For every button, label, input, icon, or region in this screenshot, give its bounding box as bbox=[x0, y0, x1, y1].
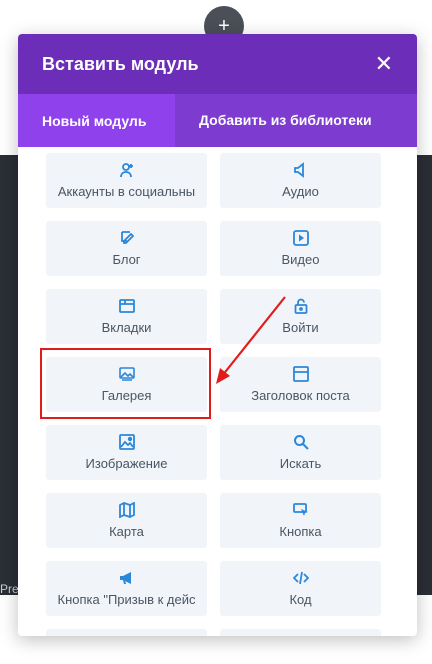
tab-new-module[interactable]: Новый модуль bbox=[18, 94, 175, 147]
module-label: Код bbox=[289, 592, 312, 607]
module-login[interactable]: Войти bbox=[220, 289, 381, 344]
module-label: Аудио bbox=[282, 184, 319, 199]
module-label: Заголовок поста bbox=[251, 388, 350, 403]
blog-icon bbox=[119, 230, 135, 246]
module-label: Видео bbox=[281, 252, 320, 267]
module-post-title[interactable]: Заголовок поста bbox=[220, 357, 381, 412]
image-icon bbox=[118, 434, 135, 450]
insert-module-modal: Вставить модуль ✕ Новый модуль Добавить … bbox=[18, 34, 417, 636]
module-grid-area[interactable]: Аккаунты в социальны Аудио Блог Видео Вк… bbox=[18, 147, 417, 636]
module-label: Кнопка "Призыв к дейс bbox=[57, 592, 196, 607]
module-label: Изображение bbox=[85, 456, 168, 471]
search-icon bbox=[293, 434, 309, 450]
module-video[interactable]: Видео bbox=[220, 221, 381, 276]
module-label: Блог bbox=[112, 252, 141, 267]
megaphone-icon bbox=[119, 570, 135, 586]
module-label: Войти bbox=[282, 320, 319, 335]
module-blog[interactable]: Блог bbox=[46, 221, 207, 276]
map-icon bbox=[118, 502, 135, 518]
video-icon bbox=[292, 230, 309, 246]
module-label: Кнопка bbox=[279, 524, 322, 539]
module-search[interactable]: Искать bbox=[220, 425, 381, 480]
module-partial[interactable] bbox=[220, 629, 381, 636]
user-plus-icon bbox=[119, 162, 135, 178]
post-title-icon bbox=[292, 366, 309, 382]
module-grid: Аккаунты в социальны Аудио Блог Видео Вк… bbox=[46, 153, 407, 636]
module-label: Карта bbox=[109, 524, 144, 539]
module-label: Искать bbox=[279, 456, 322, 471]
speaker-icon bbox=[293, 162, 309, 178]
module-label: Галерея bbox=[101, 388, 152, 403]
close-icon[interactable]: ✕ bbox=[375, 53, 393, 75]
module-tabs[interactable]: Вкладки bbox=[46, 289, 207, 344]
module-partial[interactable] bbox=[46, 629, 207, 636]
modal-tabs: Новый модуль Добавить из библиотеки bbox=[18, 94, 417, 147]
module-code[interactable]: Код bbox=[220, 561, 381, 616]
tabs-icon bbox=[118, 298, 135, 314]
module-audio[interactable]: Аудио bbox=[220, 153, 381, 208]
module-social-accounts[interactable]: Аккаунты в социальны bbox=[46, 153, 207, 208]
module-call-to-action[interactable]: Кнопка "Призыв к дейс bbox=[46, 561, 207, 616]
modal-title: Вставить модуль bbox=[42, 53, 199, 74]
module-gallery[interactable]: Галерея bbox=[46, 357, 207, 412]
module-label: Аккаунты в социальны bbox=[57, 184, 196, 199]
code-icon bbox=[292, 570, 309, 586]
module-image[interactable]: Изображение bbox=[46, 425, 207, 480]
background-partial-text: Pre bbox=[0, 582, 19, 596]
tab-add-from-library[interactable]: Добавить из библиотеки bbox=[175, 94, 417, 147]
modal-header: Вставить модуль ✕ bbox=[18, 34, 417, 94]
module-label: Вкладки bbox=[101, 320, 152, 335]
module-button[interactable]: Кнопка bbox=[220, 493, 381, 548]
lock-icon bbox=[293, 298, 309, 314]
gallery-icon bbox=[118, 366, 135, 382]
module-map[interactable]: Карта bbox=[46, 493, 207, 548]
button-cursor-icon bbox=[292, 502, 309, 518]
